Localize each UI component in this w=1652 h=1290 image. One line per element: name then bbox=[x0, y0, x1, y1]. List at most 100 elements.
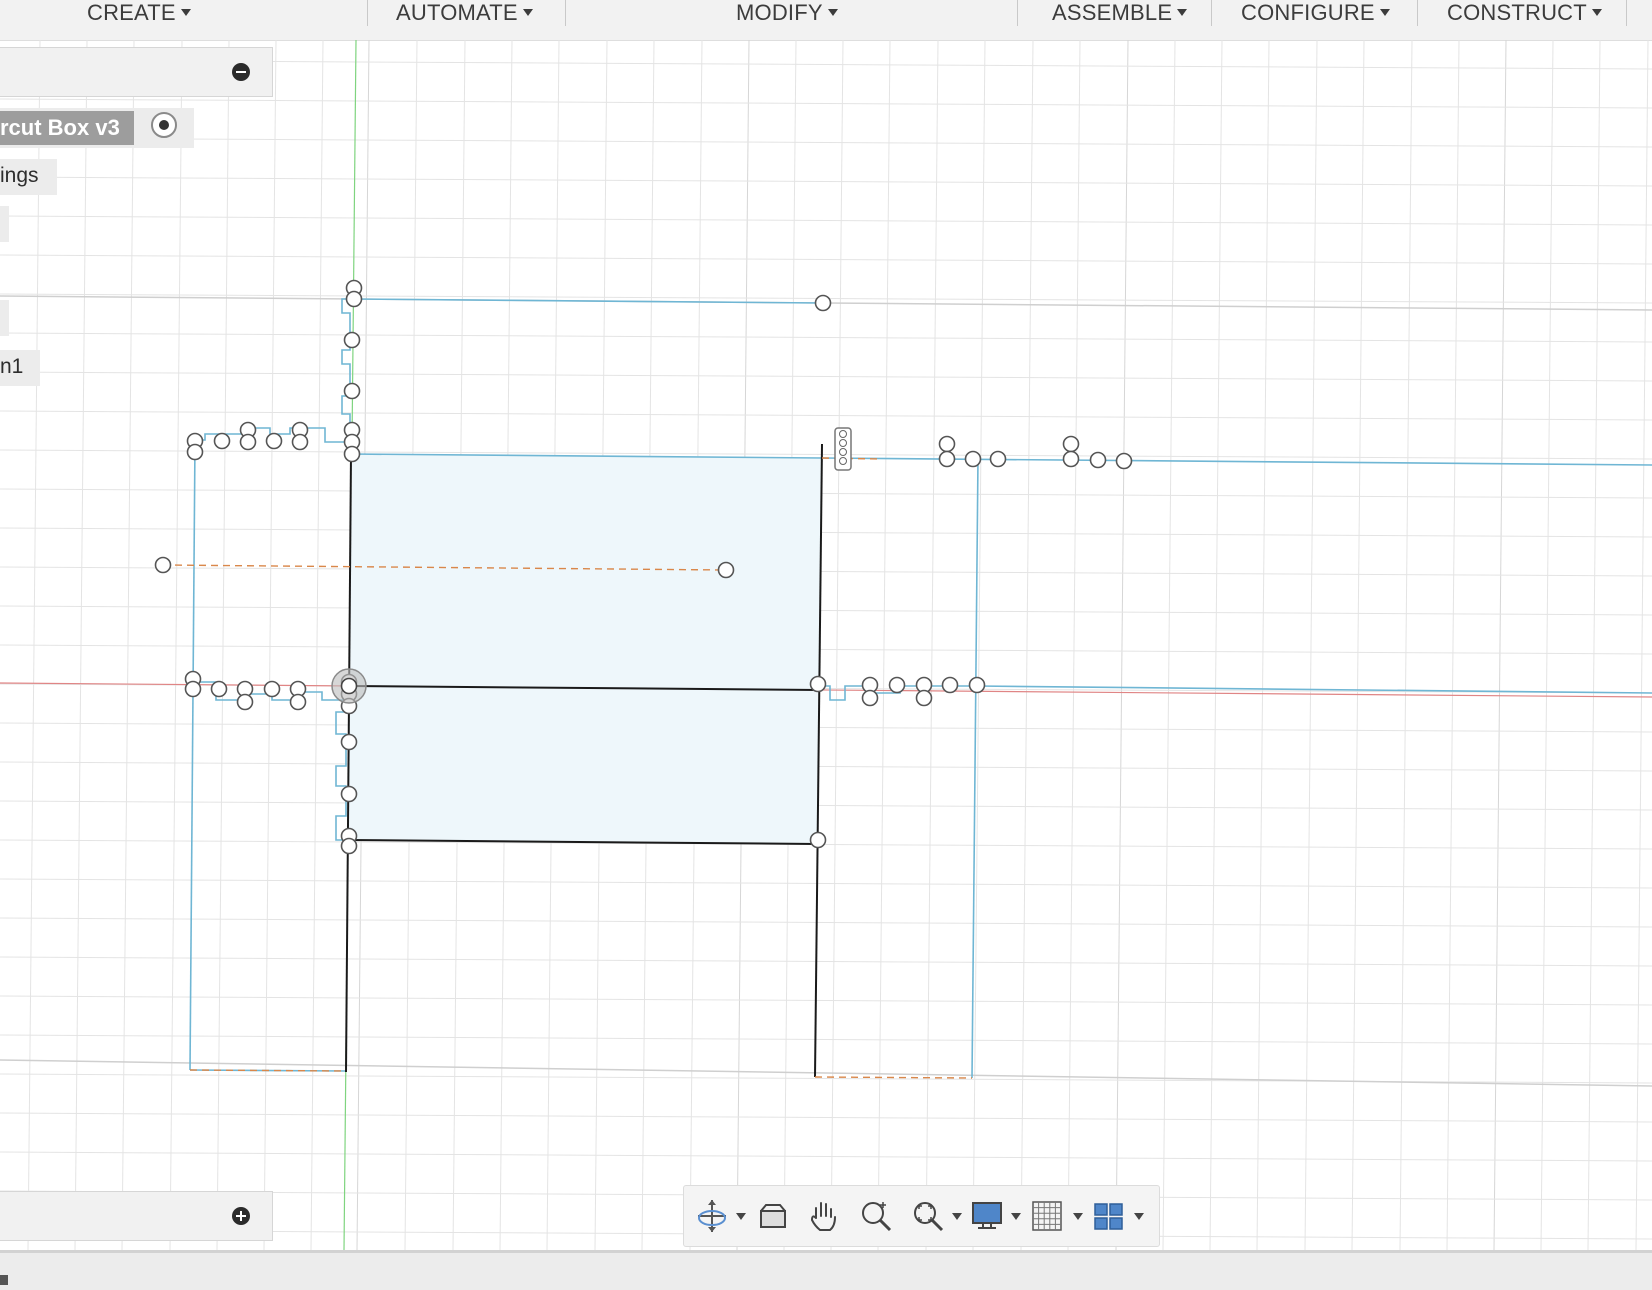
grid-line bbox=[0, 98, 1652, 109]
grid-line bbox=[1162, 40, 1176, 1250]
assemble-menu-label: ASSEMBLE bbox=[1052, 0, 1173, 25]
toolbar-divider bbox=[1417, 0, 1418, 26]
constraint-point bbox=[1115, 452, 1133, 470]
browser-item[interactable]: n1 bbox=[0, 350, 40, 386]
chevron-down-icon[interactable] bbox=[1011, 1213, 1021, 1220]
grid-line bbox=[0, 527, 1652, 538]
grid-line bbox=[0, 995, 1652, 1006]
constraint-point bbox=[814, 294, 832, 312]
constraint-point bbox=[236, 693, 254, 711]
constraint-point bbox=[289, 693, 307, 711]
constraint-point bbox=[345, 290, 363, 308]
chevron-down-icon[interactable] bbox=[1134, 1213, 1144, 1220]
chevron-down-icon bbox=[1379, 8, 1390, 16]
sketch-line bbox=[971, 457, 979, 1079]
grid-line bbox=[0, 410, 1652, 421]
create-menu[interactable]: CREATE bbox=[87, 0, 191, 28]
configure-menu[interactable]: CONFIGURE bbox=[1241, 0, 1390, 28]
grid-line bbox=[1540, 40, 1554, 1250]
fit-icon[interactable] bbox=[908, 1196, 948, 1236]
constraint-point bbox=[340, 837, 358, 855]
chevron-down-icon bbox=[827, 8, 838, 16]
canvas[interactable] bbox=[0, 40, 1652, 1250]
toolbar-divider bbox=[1017, 0, 1018, 26]
constraint-point bbox=[265, 432, 283, 450]
constraint-point bbox=[964, 450, 982, 468]
navigation-bar bbox=[683, 1185, 1160, 1247]
grid-line bbox=[0, 644, 1652, 655]
orbit-icon[interactable] bbox=[692, 1196, 732, 1236]
grid-line bbox=[0, 761, 1652, 772]
grid-line bbox=[1493, 40, 1507, 1250]
toolbar-divider bbox=[367, 0, 368, 26]
browser-item[interactable] bbox=[0, 206, 9, 242]
browser-item-label: ings bbox=[0, 164, 39, 187]
constraint-point bbox=[154, 556, 172, 574]
automate-menu-label: AUTOMATE bbox=[396, 0, 518, 25]
constraint-point bbox=[340, 785, 358, 803]
collapse-icon[interactable] bbox=[232, 63, 250, 81]
constraint-point bbox=[809, 831, 827, 849]
grid-line bbox=[1446, 40, 1460, 1250]
construction-line bbox=[814, 1076, 973, 1079]
viewports-icon[interactable] bbox=[1089, 1196, 1129, 1236]
look-at-icon[interactable] bbox=[752, 1196, 792, 1236]
constraint-point bbox=[888, 676, 906, 694]
zoom-icon[interactable] bbox=[856, 1196, 896, 1236]
browser-item[interactable]: ings bbox=[0, 159, 57, 195]
sketch-profile bbox=[347, 454, 822, 844]
constraint-point bbox=[938, 435, 956, 453]
constraint-point bbox=[861, 689, 879, 707]
toolbar: CREATE AUTOMATE MODIFY ASSEMBLE CONFIGUR… bbox=[0, 0, 1652, 41]
constraint-point bbox=[1089, 451, 1107, 469]
construct-menu-label: CONSTRUCT bbox=[1447, 0, 1587, 25]
constraint-point bbox=[340, 733, 358, 751]
constraint-point bbox=[1062, 435, 1080, 453]
toolbar-divider bbox=[1211, 0, 1212, 26]
grid-line bbox=[1399, 40, 1413, 1250]
chevron-down-icon[interactable] bbox=[736, 1213, 746, 1220]
modify-menu-label: MODIFY bbox=[736, 0, 823, 25]
grid-line bbox=[1209, 40, 1223, 1250]
grid-line bbox=[0, 878, 1652, 889]
grid-line bbox=[0, 956, 1652, 967]
activate-radio-icon[interactable] bbox=[151, 112, 177, 138]
sketch-line bbox=[335, 699, 349, 841]
chevron-down-icon bbox=[180, 8, 191, 16]
origin-point bbox=[340, 677, 358, 695]
browser-document-name[interactable]: rcut Box v3 bbox=[0, 111, 134, 145]
grid-line bbox=[0, 254, 1652, 265]
constraint-point bbox=[210, 680, 228, 698]
chevron-down-icon bbox=[522, 8, 533, 16]
construct-menu[interactable]: CONSTRUCT bbox=[1447, 0, 1602, 28]
modify-menu[interactable]: MODIFY bbox=[736, 0, 838, 28]
status-icon bbox=[0, 1275, 8, 1285]
grid-snap-icon[interactable] bbox=[1027, 1196, 1067, 1236]
grid-line bbox=[0, 332, 1652, 343]
grid-line bbox=[169, 40, 183, 1250]
sketch-line bbox=[189, 439, 196, 1071]
grid-line bbox=[1635, 40, 1649, 1250]
grid-line bbox=[0, 1034, 1652, 1045]
automate-menu[interactable]: AUTOMATE bbox=[396, 0, 533, 28]
grid-line bbox=[0, 1112, 1652, 1123]
pan-icon[interactable] bbox=[804, 1196, 844, 1236]
grid-line bbox=[0, 566, 1652, 577]
grid-line bbox=[1304, 40, 1318, 1250]
expand-icon[interactable] bbox=[232, 1207, 250, 1225]
grid-line bbox=[0, 215, 1652, 226]
grid-line bbox=[0, 371, 1652, 382]
constraint-point bbox=[343, 331, 361, 349]
chevron-down-icon[interactable] bbox=[1073, 1213, 1083, 1220]
grid-line bbox=[0, 722, 1652, 733]
grid-line bbox=[216, 40, 230, 1250]
grid-line bbox=[0, 488, 1652, 499]
display-settings-icon[interactable] bbox=[967, 1196, 1007, 1236]
browser-item[interactable] bbox=[0, 300, 9, 336]
chevron-down-icon[interactable] bbox=[952, 1213, 962, 1220]
assemble-menu[interactable]: ASSEMBLE bbox=[1052, 0, 1188, 28]
grid bbox=[0, 40, 1652, 1250]
constraint-point bbox=[938, 450, 956, 468]
grid-line bbox=[830, 40, 844, 1250]
toolbar-divider bbox=[1626, 0, 1627, 26]
